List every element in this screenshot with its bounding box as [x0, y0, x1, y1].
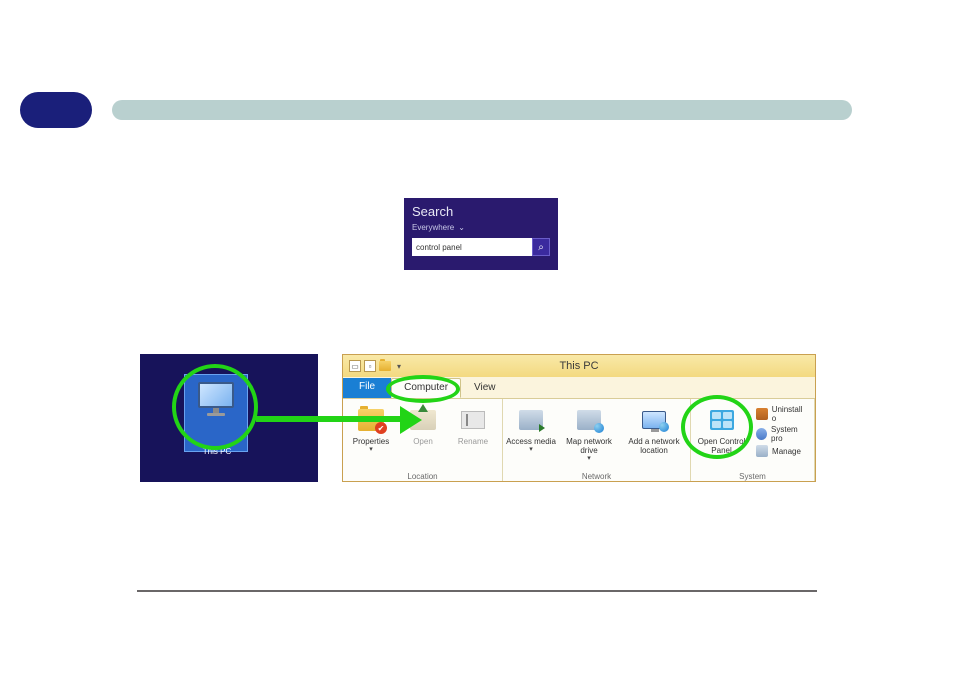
- properties-button[interactable]: Properties ▾: [345, 403, 397, 472]
- ribbon-group-location: Properties ▾ Open Rename Location: [343, 399, 503, 482]
- chevron-down-icon: ⌄: [458, 223, 465, 232]
- system-properties-label: System pro: [771, 425, 808, 443]
- open-control-panel-button[interactable]: Open Control Panel: [693, 403, 750, 472]
- tab-computer[interactable]: Computer: [391, 378, 461, 398]
- uninstall-label: Uninstall o: [772, 405, 808, 423]
- ribbon-group-network: Access media ▾ Map network drive ▾ Add a…: [503, 399, 691, 482]
- add-network-location-label: Add a network location: [627, 437, 681, 455]
- rename-label: Rename: [458, 437, 488, 446]
- search-scope-selector[interactable]: Everywhere ⌄: [412, 223, 550, 232]
- search-button[interactable]: ⌕: [532, 238, 550, 256]
- search-scope-label: Everywhere: [412, 223, 454, 232]
- group-label-location: Location: [345, 472, 500, 482]
- chevron-down-icon: ▾: [369, 445, 373, 453]
- chevron-down-icon: ▾: [529, 445, 533, 453]
- open-label: Open: [413, 437, 433, 446]
- chevron-down-icon: ▾: [587, 454, 591, 462]
- highlight-circle: [681, 395, 753, 459]
- quick-access-toolbar: ▭ ▫ ▾: [349, 360, 404, 372]
- this-pc-desktop-icon[interactable]: This PC: [178, 372, 256, 462]
- system-properties-icon: [756, 428, 767, 440]
- ribbon-tabs: File Computer View: [343, 377, 815, 399]
- add-network-location-icon: [638, 405, 670, 435]
- qat-dropdown-icon[interactable]: ▾: [394, 360, 404, 372]
- access-media-button[interactable]: Access media ▾: [505, 403, 557, 472]
- group-label-network: Network: [505, 472, 688, 482]
- system-small-buttons: Uninstall o System pro Manage: [752, 403, 812, 472]
- access-media-icon: [515, 405, 547, 435]
- ribbon-group-system: Open Control Panel Uninstall o System pr…: [691, 399, 815, 482]
- divider-line: [137, 590, 817, 592]
- uninstall-button[interactable]: Uninstall o: [756, 405, 808, 423]
- highlight-circle: [386, 375, 460, 403]
- search-title: Search: [412, 204, 550, 219]
- window-title: This PC: [559, 360, 598, 372]
- annotation-arrow-line: [256, 416, 402, 422]
- annotation-arrow-head: [400, 406, 422, 434]
- window-title-bar: ▭ ▫ ▾ This PC: [343, 355, 815, 377]
- search-input[interactable]: [412, 238, 532, 256]
- map-drive-label: Map network drive: [562, 437, 616, 455]
- qat-folder-icon[interactable]: [379, 361, 391, 371]
- manage-icon: [756, 445, 768, 457]
- manage-button[interactable]: Manage: [756, 445, 808, 457]
- search-charm-panel: Search Everywhere ⌄ ⌕: [404, 198, 558, 270]
- rename-button: Rename: [449, 403, 497, 472]
- group-label-system: System: [693, 472, 812, 482]
- uninstall-icon: [756, 408, 768, 420]
- map-drive-icon: [573, 405, 605, 435]
- add-network-location-button[interactable]: Add a network location: [621, 403, 687, 472]
- header-bar: [112, 100, 852, 120]
- header-badge: [20, 92, 92, 128]
- tab-file[interactable]: File: [343, 378, 391, 398]
- highlight-circle: [172, 364, 258, 450]
- rename-icon: [457, 405, 489, 435]
- map-drive-button[interactable]: Map network drive ▾: [559, 403, 619, 472]
- qat-properties-icon[interactable]: ▭: [349, 360, 361, 372]
- search-icon: ⌕: [538, 242, 544, 253]
- tab-view[interactable]: View: [461, 378, 509, 398]
- page-header: [20, 92, 934, 128]
- manage-label: Manage: [772, 447, 801, 456]
- qat-new-icon[interactable]: ▫: [364, 360, 376, 372]
- system-properties-button[interactable]: System pro: [756, 425, 808, 443]
